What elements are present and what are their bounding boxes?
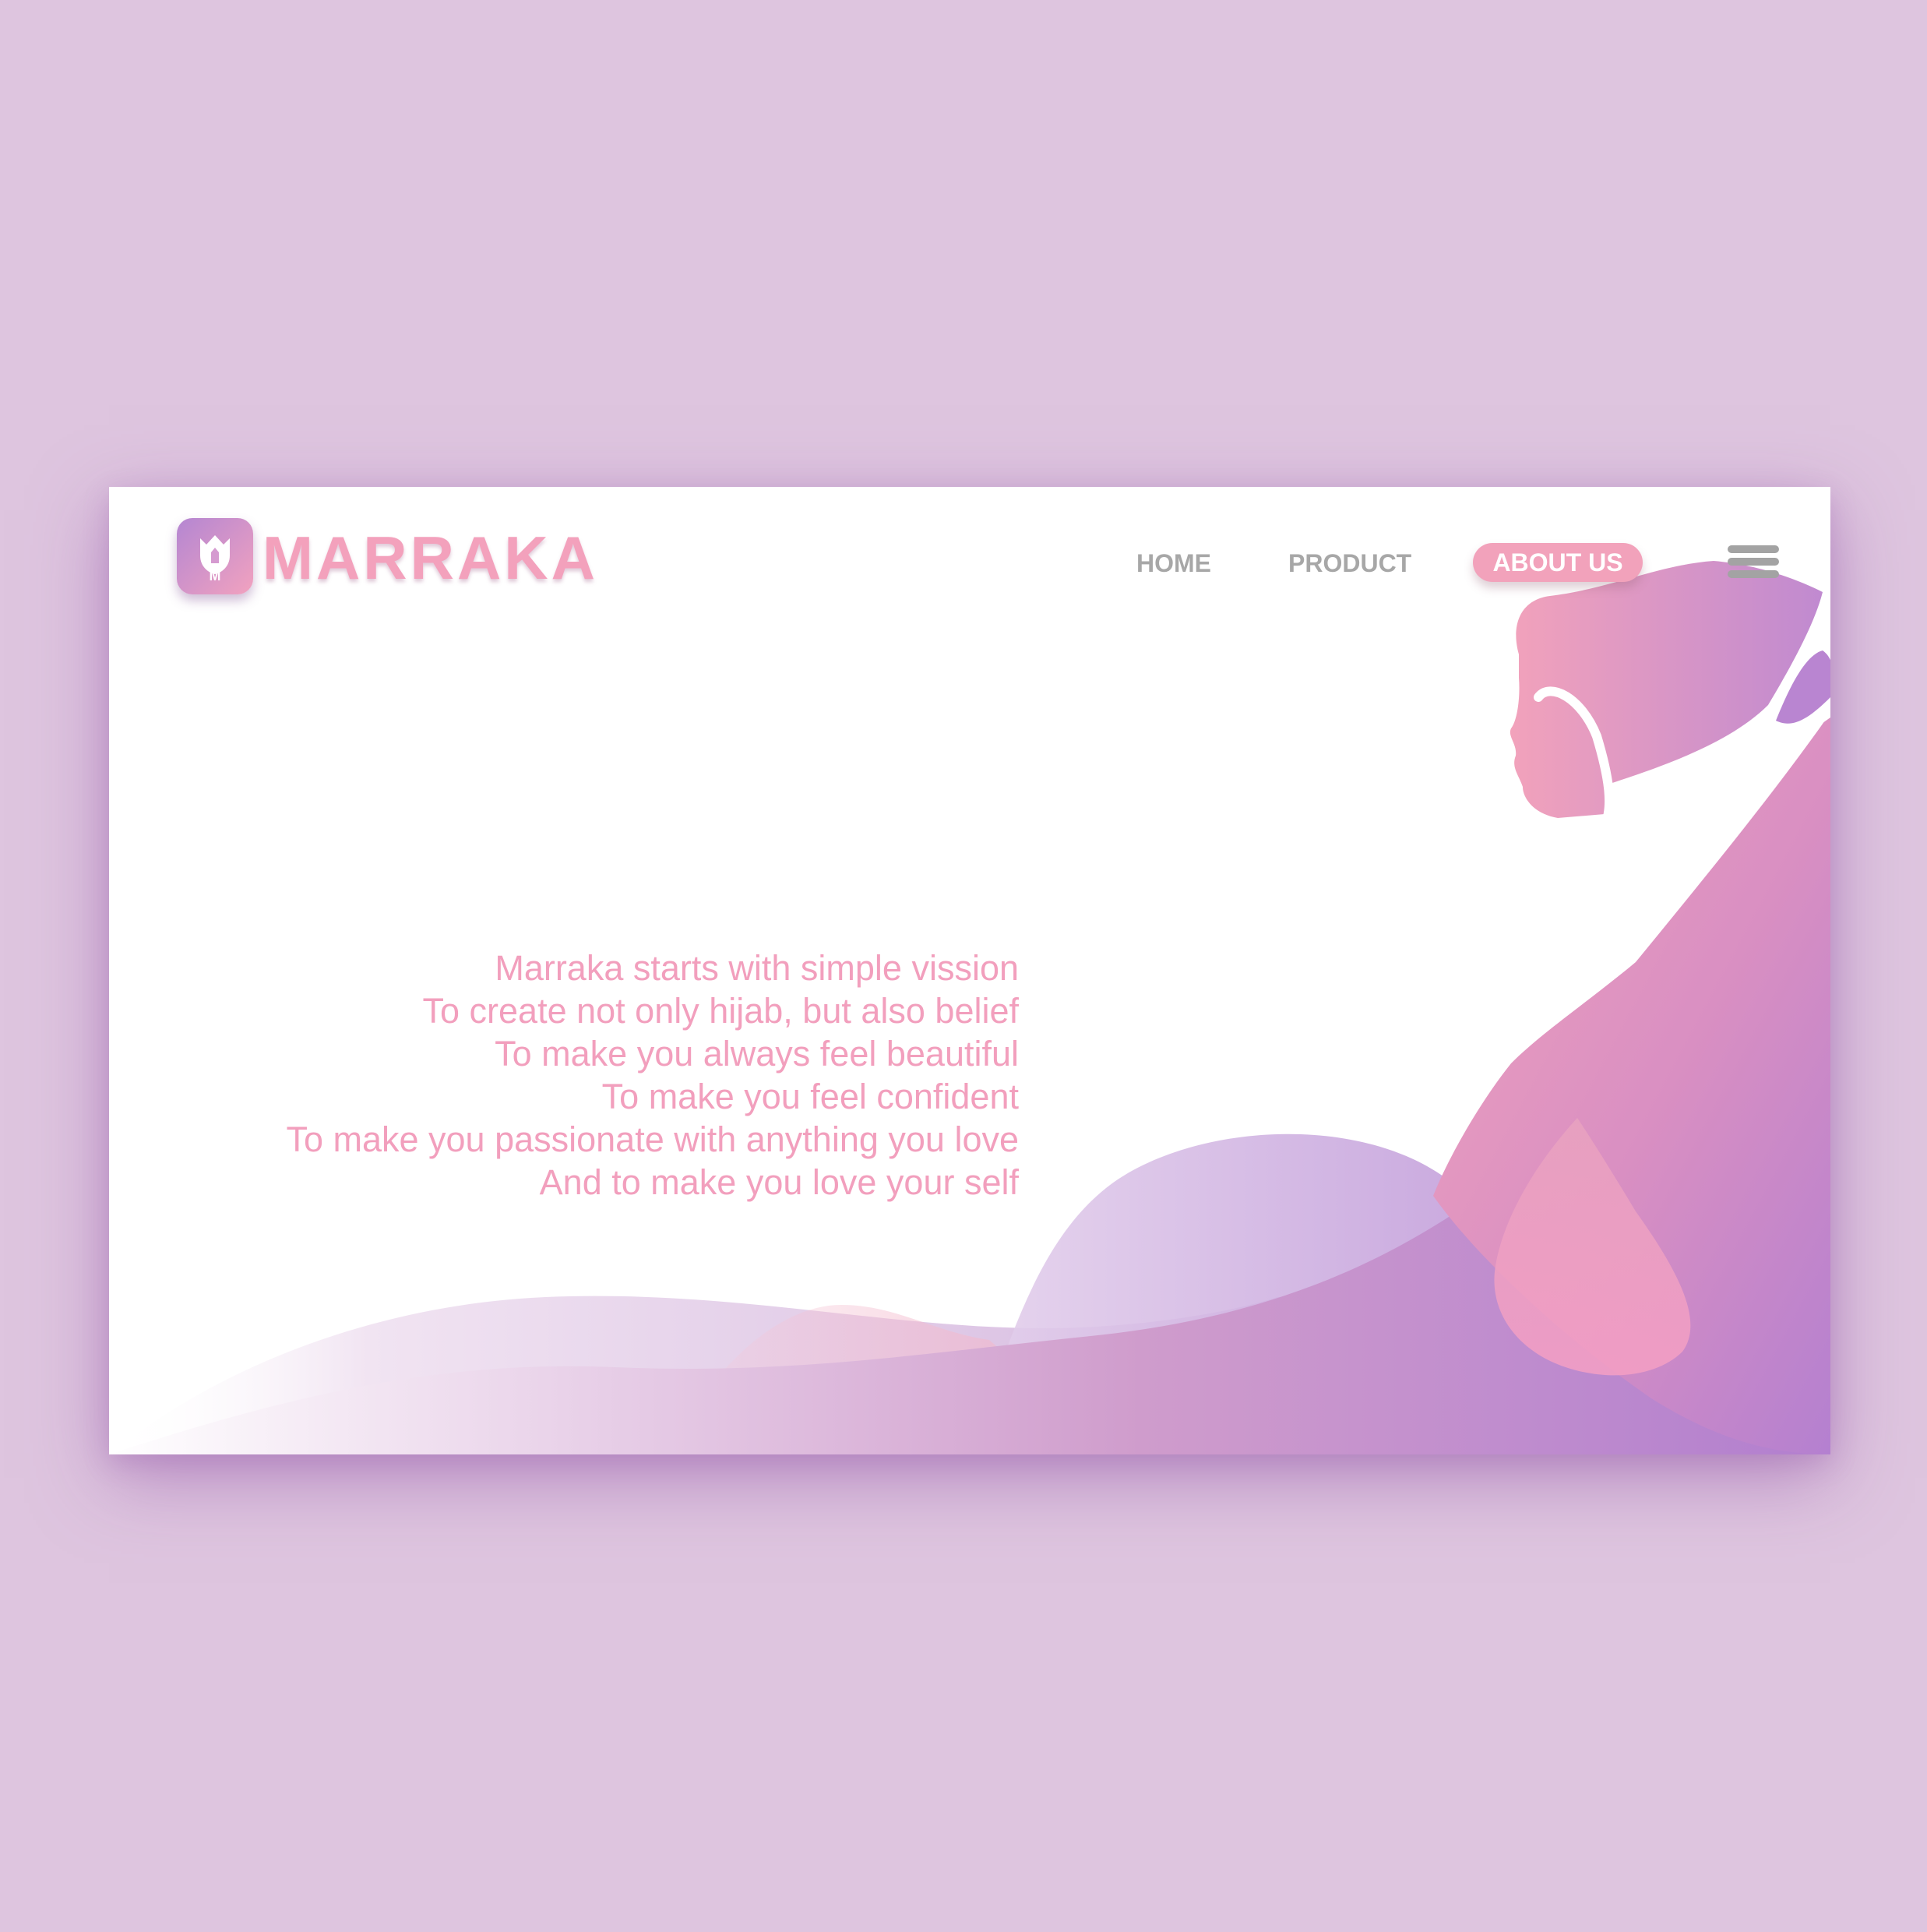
tagline: Marraka starts with simple vission To cr… — [140, 947, 1019, 1204]
tagline-line: To make you passionate with anything you… — [286, 1119, 1019, 1159]
nav-product[interactable]: PRODUCT — [1288, 548, 1411, 579]
tagline-line: To create not only hijab, but also belie… — [422, 991, 1019, 1031]
brand-name[interactable]: MARRAKA — [262, 523, 598, 593]
nav-home[interactable]: HOME — [1136, 548, 1211, 579]
menu-bar — [1728, 570, 1779, 578]
landing-page-card: M MARRAKA HOME PRODUCT ABOUT US Marraka … — [109, 487, 1830, 1454]
tagline-line: To make you always feel beautiful — [495, 1034, 1019, 1074]
menu-bar — [1728, 545, 1779, 553]
tagline-line: And to make you love your self — [539, 1162, 1019, 1202]
brand-logo[interactable]: M — [177, 518, 253, 594]
tagline-line: To make you feel confident — [601, 1077, 1019, 1116]
nav-about-us[interactable]: ABOUT US — [1473, 543, 1643, 582]
menu-bar — [1728, 558, 1779, 566]
hamburger-menu-icon[interactable] — [1728, 545, 1779, 580]
logo-letter: M — [210, 568, 221, 583]
tagline-line: Marraka starts with simple vission — [495, 948, 1019, 988]
tulip-icon: M — [200, 535, 230, 583]
